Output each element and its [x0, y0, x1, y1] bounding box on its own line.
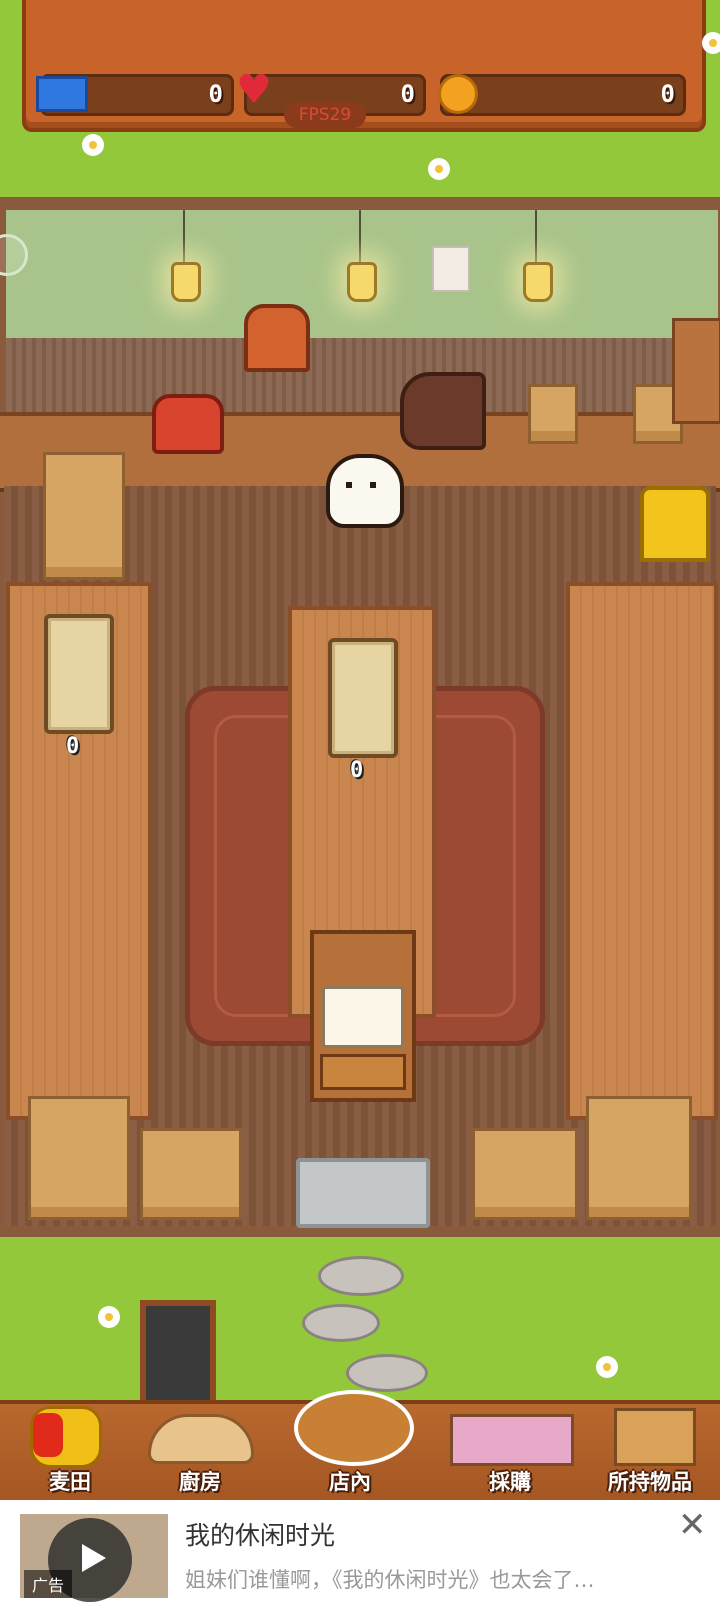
- shopkeeper-character[interactable]: [326, 454, 404, 528]
- cabinet-drawer: [320, 1054, 406, 1090]
- door-mat: [296, 1158, 430, 1228]
- flower-icon: [98, 1306, 120, 1328]
- flower-icon: [596, 1356, 618, 1378]
- cutlery-cabinet[interactable]: [310, 930, 416, 1102]
- bread-tray[interactable]: [328, 638, 398, 758]
- lamp-wire: [183, 210, 185, 266]
- character-eye-icon: [346, 482, 352, 488]
- heart-icon: ♥: [236, 67, 272, 113]
- sack-icon[interactable]: [400, 372, 486, 450]
- tray-count: 0: [66, 734, 80, 759]
- floor-box: [28, 1096, 130, 1220]
- play-triangle-icon: [82, 1544, 106, 1572]
- flower-icon: [428, 158, 450, 180]
- counter-box: [528, 384, 578, 444]
- floor-box: [586, 1096, 692, 1220]
- telephone-icon[interactable]: [152, 394, 224, 454]
- ticket-icon: [36, 76, 88, 112]
- mailbox-icon[interactable]: [244, 304, 310, 372]
- ad-description[interactable]: 姐妹们谁懂啊，《我的休闲时光》也太会了…: [185, 1564, 665, 1594]
- stepping-stone: [302, 1304, 380, 1342]
- fps-counter: FPS29: [284, 102, 366, 128]
- flower-icon: [82, 134, 104, 156]
- nav-label: 廚房: [179, 1470, 221, 1494]
- wall-panel: [6, 338, 718, 418]
- ad-tag: 广告: [24, 1570, 73, 1598]
- bread-basket-icon: [294, 1390, 414, 1466]
- nav-label: 店內: [329, 1470, 371, 1494]
- nav-label: 所持物品: [608, 1470, 692, 1494]
- notice-paper[interactable]: [432, 246, 470, 292]
- lamp-icon: [347, 262, 377, 302]
- stepping-stone: [318, 1256, 404, 1296]
- nav-inventory[interactable]: 所持物品: [580, 1400, 720, 1500]
- wall-pillar: [672, 318, 720, 424]
- flower-icon: [702, 32, 720, 54]
- nav-wheat-field[interactable]: 麦田: [0, 1400, 140, 1500]
- cake-icon: [322, 986, 404, 1048]
- character-eye-icon: [370, 482, 376, 488]
- lamp-wire: [359, 210, 361, 266]
- nav-kitchen[interactable]: 廚房: [130, 1400, 270, 1500]
- coin-count: 0: [660, 80, 675, 108]
- nav-label: 麦田: [49, 1470, 91, 1494]
- tray-count: 0: [350, 758, 364, 783]
- right-table: [566, 582, 718, 1120]
- menu-board-icon[interactable]: [140, 1300, 216, 1406]
- wet-floor-sign-icon[interactable]: [640, 486, 710, 562]
- floor-box: [472, 1128, 578, 1220]
- stepping-stone: [346, 1354, 428, 1392]
- ticket-count: 0: [208, 80, 223, 108]
- shopping-icon: [450, 1414, 574, 1466]
- bread-tray[interactable]: [44, 614, 114, 734]
- stacked-boxes: [43, 452, 125, 580]
- nav-shop-floor[interactable]: 店內: [280, 1390, 420, 1500]
- heart-count: 0: [400, 80, 415, 108]
- close-icon[interactable]: ✕: [678, 1508, 707, 1542]
- floor-box: [140, 1128, 242, 1220]
- ad-title[interactable]: 我的休闲时光: [185, 1516, 335, 1552]
- wheat-icon: [30, 1406, 102, 1468]
- lamp-icon: [171, 262, 201, 302]
- lamp-icon: [523, 262, 553, 302]
- kitchen-icon: [148, 1414, 254, 1464]
- nav-purchase[interactable]: 採購: [440, 1400, 580, 1500]
- coin-icon: [438, 74, 478, 114]
- lamp-wire: [535, 210, 537, 266]
- nav-label: 採購: [489, 1470, 531, 1494]
- box-icon: [614, 1408, 696, 1466]
